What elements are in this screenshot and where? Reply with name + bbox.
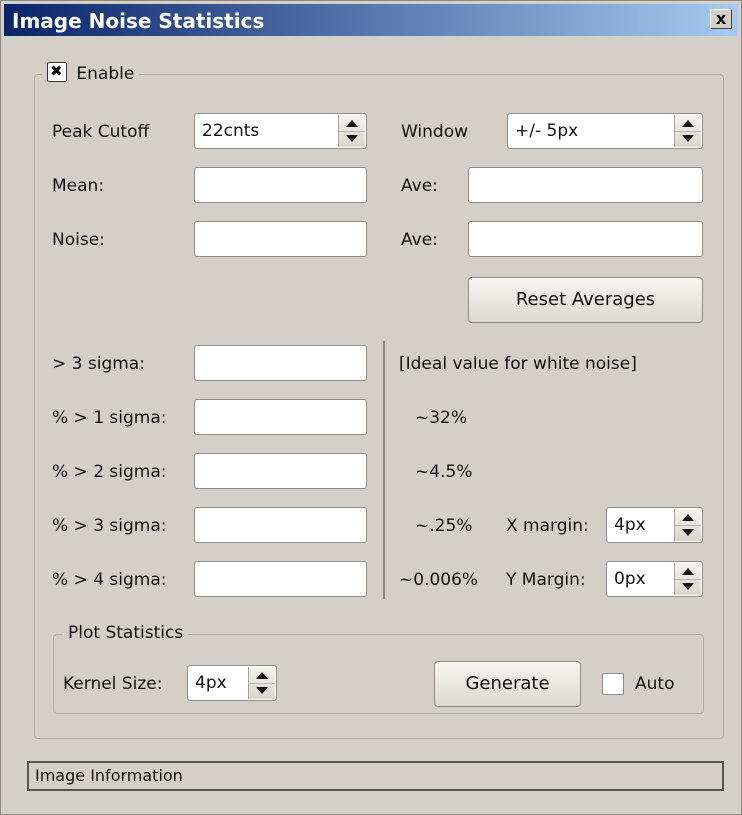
- sigma-row-label: % > 1 sigma:: [52, 408, 167, 428]
- arrow-down-icon: [682, 135, 694, 142]
- window-size-increment-button[interactable]: [675, 115, 701, 132]
- arrow-up-icon: [682, 120, 694, 127]
- auto-label: Auto: [635, 674, 675, 694]
- ideal-value-3-sigma: ~.25%: [415, 516, 473, 536]
- arrow-up-icon: [682, 514, 694, 521]
- arrow-up-icon: [346, 120, 358, 127]
- x-margin-increment-button[interactable]: [675, 509, 701, 526]
- pct-sigma-1-field[interactable]: [194, 399, 367, 435]
- enable-label: Enable: [76, 64, 135, 84]
- y-margin-label: Y Margin:: [506, 570, 586, 590]
- mean-label: Mean:: [52, 176, 105, 196]
- sigma-row-label: > 3 sigma:: [52, 354, 145, 374]
- y-margin-decrement-button[interactable]: [675, 579, 701, 595]
- arrow-up-icon: [256, 672, 268, 679]
- kernel-size-spinbox[interactable]: 4px: [187, 665, 277, 701]
- window-title: Image Noise Statistics: [12, 9, 265, 33]
- y-margin-value[interactable]: 0px: [614, 569, 646, 589]
- close-button[interactable]: x: [710, 9, 732, 29]
- kernel-size-increment-button[interactable]: [249, 667, 275, 684]
- checkmark-icon: ✖: [50, 62, 63, 80]
- ideal-header: [Ideal value for white noise]: [399, 354, 637, 374]
- enable-checkbox[interactable]: ✖: [47, 62, 67, 82]
- kernel-size-label: Kernel Size:: [63, 674, 163, 694]
- peak-cutoff-decrement-button[interactable]: [339, 131, 365, 147]
- arrow-up-icon: [682, 568, 694, 575]
- noise-field[interactable]: [194, 221, 367, 257]
- ideal-value-2-sigma: ~4.5%: [415, 462, 473, 482]
- plot-statistics-title: Plot Statistics: [63, 623, 189, 643]
- reset-averages-button[interactable]: Reset Averages: [468, 277, 703, 323]
- sigma-3-count-field[interactable]: [194, 345, 367, 381]
- y-margin-spinbox[interactable]: 0px: [606, 561, 703, 597]
- pct-sigma-2-field[interactable]: [194, 453, 367, 489]
- ideal-value-1-sigma: ~32%: [415, 408, 468, 428]
- vertical-divider: [383, 341, 385, 599]
- image-noise-statistics-window: Image Noise Statistics x ✖ Enable Peak C…: [0, 0, 742, 815]
- sigma-row-label: % > 2 sigma:: [52, 462, 167, 482]
- noise-ave-label: Ave:: [401, 230, 438, 250]
- sigma-row-label: % > 3 sigma:: [52, 516, 167, 536]
- arrow-down-icon: [346, 135, 358, 142]
- window-size-spinbox[interactable]: +/- 5px: [507, 113, 703, 149]
- x-margin-value[interactable]: 4px: [614, 515, 646, 535]
- status-bar-text: Image Information: [35, 766, 183, 785]
- peak-cutoff-label: Peak Cutoff: [52, 122, 150, 142]
- enable-legend: ✖ Enable: [42, 62, 140, 84]
- peak-cutoff-spinbox[interactable]: 22cnts: [194, 113, 367, 149]
- mean-ave-label: Ave:: [401, 176, 438, 196]
- mean-ave-field[interactable]: [468, 167, 703, 203]
- close-icon: x: [715, 9, 727, 28]
- window-size-decrement-button[interactable]: [675, 131, 701, 147]
- x-margin-spinbox[interactable]: 4px: [606, 507, 703, 543]
- pct-sigma-3-field[interactable]: [194, 507, 367, 543]
- peak-cutoff-increment-button[interactable]: [339, 115, 365, 132]
- arrow-down-icon: [682, 529, 694, 536]
- x-margin-label: X margin:: [506, 516, 589, 536]
- sigma-row-label: % > 4 sigma:: [52, 570, 167, 590]
- generate-label: Generate: [465, 673, 550, 694]
- arrow-down-icon: [256, 687, 268, 694]
- status-bar: Image Information: [27, 761, 724, 791]
- window-size-label: Window: [401, 122, 469, 142]
- peak-cutoff-value[interactable]: 22cnts: [202, 121, 259, 141]
- y-margin-increment-button[interactable]: [675, 563, 701, 580]
- title-bar[interactable]: Image Noise Statistics x: [4, 4, 738, 36]
- generate-button[interactable]: Generate: [434, 661, 581, 707]
- reset-averages-label: Reset Averages: [515, 289, 656, 310]
- window-size-value[interactable]: +/- 5px: [515, 121, 578, 141]
- kernel-size-value[interactable]: 4px: [195, 673, 227, 693]
- kernel-size-decrement-button[interactable]: [249, 683, 275, 699]
- mean-field[interactable]: [194, 167, 367, 203]
- auto-checkbox[interactable]: [602, 673, 624, 695]
- noise-label: Noise:: [52, 230, 105, 250]
- x-margin-decrement-button[interactable]: [675, 525, 701, 541]
- pct-sigma-4-field[interactable]: [194, 561, 367, 597]
- ideal-value-4-sigma: ~0.006%: [399, 570, 479, 590]
- noise-ave-field[interactable]: [468, 221, 703, 257]
- arrow-down-icon: [682, 583, 694, 590]
